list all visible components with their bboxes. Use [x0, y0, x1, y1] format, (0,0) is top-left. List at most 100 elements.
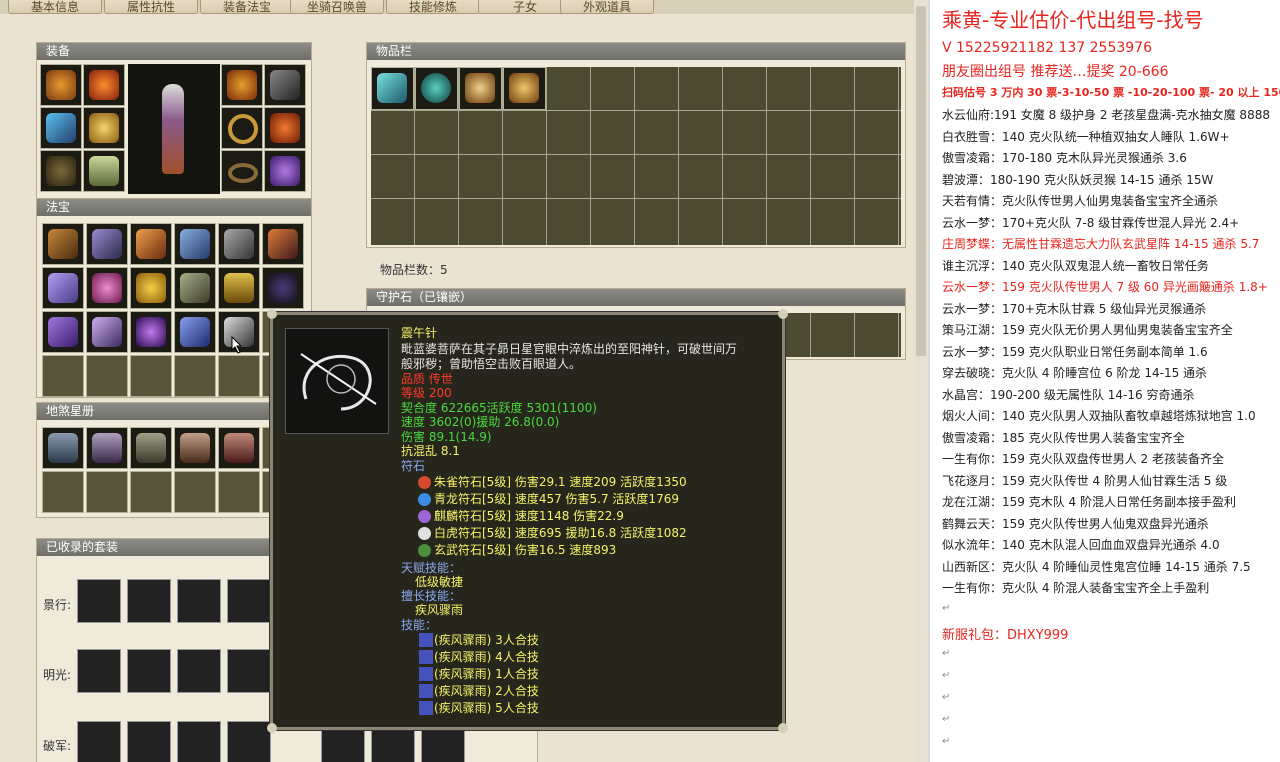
star-card-empty[interactable]: [86, 471, 128, 513]
magic-slot[interactable]: [174, 311, 216, 353]
doc-entry: 一生有你：159 克火队双盘传世男人 2 老孩装备齐全: [942, 452, 1224, 466]
magic-slot[interactable]: [42, 311, 84, 353]
return-mark: ↵: [942, 648, 951, 659]
tab-attributes[interactable]: 属性抗性: [104, 0, 198, 14]
star-card[interactable]: [86, 427, 128, 469]
inventory-item[interactable]: [503, 67, 546, 110]
doc-entry: 一生有你：克火队 4 阶混人装备宝宝齐全上手盈利: [942, 581, 1210, 595]
magic-slot[interactable]: [42, 267, 84, 309]
star-card-empty[interactable]: [42, 471, 84, 513]
doc-entry: 云水一梦：170+克火队 7-8 级甘霖传世混人异光 2.4+: [942, 215, 1240, 230]
game-window: 基本信息 属性抗性 装备法宝 坐骑召唤兽 技能修炼 子女 外观道具 装备 法宝: [0, 0, 928, 762]
rune-icon: [418, 493, 431, 506]
star-card-empty[interactable]: [218, 471, 260, 513]
suit-icon[interactable]: [227, 579, 271, 623]
equip-slot-weapon[interactable]: [40, 107, 82, 149]
magic-slot[interactable]: [262, 223, 304, 265]
magic-slot[interactable]: [218, 267, 260, 309]
doc-scan: 扫码估号 3 万内 30 票-3-10-50 票 -10-20-100 票- 2…: [942, 86, 1280, 99]
magic-slot-empty[interactable]: [218, 355, 260, 397]
magic-slot[interactable]: [86, 311, 128, 353]
magic-slot-empty[interactable]: [130, 355, 172, 397]
star-card-empty[interactable]: [130, 471, 172, 513]
equip-slot-boots[interactable]: [83, 150, 125, 192]
rune-line: 玄武符石[5级] 伤害16.5 速度893: [434, 543, 617, 557]
suit-icon[interactable]: [177, 579, 221, 623]
doc-entry: 策马江湖：159 克火队无价男人男仙男鬼装备宝宝齐全: [942, 323, 1233, 337]
doc-title: 乘黄-专业估价-代出组号-找号: [942, 8, 1204, 32]
tab-equipment[interactable]: 装备法宝: [200, 0, 294, 14]
doc-entry: 烟火人间：140 克火队男人双抽队畜牧卓越塔炼狱地宫 1.0: [942, 409, 1256, 423]
star-card[interactable]: [130, 427, 172, 469]
doc-friend: 朋友圈出组号 推荐送…提奖 20-666: [942, 64, 1169, 80]
suit-row-label: 明光:: [43, 668, 72, 682]
game-scrollbar[interactable]: [914, 0, 928, 762]
equip-slot-ring[interactable]: [221, 107, 263, 149]
return-mark: ↵: [942, 670, 951, 681]
skill-icon: [419, 650, 433, 664]
magic-slot[interactable]: [130, 311, 172, 353]
rune-icon: [418, 476, 431, 489]
suit-icon[interactable]: [77, 579, 121, 623]
suit-icon[interactable]: [77, 649, 121, 693]
equip-slot-belt[interactable]: [40, 150, 82, 192]
return-mark: ↵: [942, 736, 951, 747]
tab-skills[interactable]: 技能修炼: [386, 0, 480, 14]
magic-slot-empty[interactable]: [174, 355, 216, 397]
star-card[interactable]: [42, 427, 84, 469]
magic-slot[interactable]: [174, 223, 216, 265]
star-card-empty[interactable]: [174, 471, 216, 513]
doc-entry: 水云仙府:191 女魔 8 级护身 2 老孩星盘满-克水抽女魔 8888: [942, 108, 1270, 122]
equip-slot-hat[interactable]: [40, 64, 82, 106]
doc-entry: 谁主沉浮：140 克火队双鬼混人统一畜牧日常任务: [942, 258, 1209, 273]
rune-icon: [418, 510, 431, 523]
equip-slot-charm[interactable]: [264, 150, 306, 192]
magic-slot[interactable]: [86, 267, 128, 309]
equip-slot-ornament1[interactable]: [221, 64, 263, 106]
equip-slot-earring[interactable]: [264, 107, 306, 149]
suit-icon[interactable]: [177, 721, 221, 762]
suit-icon[interactable]: [127, 721, 171, 762]
tab-mounts[interactable]: 坐骑召唤兽: [290, 0, 384, 14]
magic-slot[interactable]: [218, 223, 260, 265]
suit-icon[interactable]: [77, 721, 121, 762]
suit-icon[interactable]: [127, 579, 171, 623]
doc-entry: 水晶宫：190-200 级无属性队 14-16 穷奇通杀: [942, 387, 1195, 402]
magic-slot[interactable]: [86, 223, 128, 265]
equip-slot-ornament2[interactable]: [264, 64, 306, 106]
inventory-item[interactable]: [371, 67, 414, 110]
tab-bar: 基本信息 属性抗性 装备法宝 坐骑召唤兽 技能修炼 子女 外观道具: [0, 0, 928, 14]
tab-basic-info[interactable]: 基本信息: [8, 0, 102, 14]
doc-entry: 云水一梦：170+克木队甘霖 5 级仙异光灵猴通杀: [942, 301, 1207, 316]
magic-slot[interactable]: [130, 267, 172, 309]
suit-row-label: 景行:: [43, 598, 72, 612]
item-image: [285, 328, 389, 434]
inventory-item[interactable]: [459, 67, 502, 110]
return-mark: ↵: [942, 603, 951, 614]
suit-icon[interactable]: [227, 649, 271, 693]
magic-slot[interactable]: [262, 267, 304, 309]
equip-slot-necklace[interactable]: [83, 64, 125, 106]
equip-slot-bracelet[interactable]: [221, 150, 263, 192]
doc-entry: 庄周梦蝶：无属性甘霖遗忘大力队玄武星阵 14-15 通杀 5.7: [942, 237, 1260, 251]
skill-icon: [419, 684, 433, 698]
magic-slot-empty[interactable]: [86, 355, 128, 397]
item-resist: 抗混乱 8.1: [401, 444, 460, 458]
magic-slot-empty[interactable]: [42, 355, 84, 397]
suit-icon[interactable]: [127, 649, 171, 693]
scrollbar-thumb[interactable]: [916, 6, 926, 356]
magic-slot[interactable]: [42, 223, 84, 265]
magic-header: 法宝: [37, 199, 311, 216]
inventory-grid: [371, 67, 901, 245]
equip-slot-armor[interactable]: [83, 107, 125, 149]
suit-icon[interactable]: [227, 721, 271, 762]
star-card[interactable]: [218, 427, 260, 469]
inventory-item[interactable]: [415, 67, 458, 110]
magic-slot[interactable]: [130, 223, 172, 265]
doc-entry: 云水一梦：159 克火队传世男人 7 级 60 异光画簸通杀 1.8+: [942, 280, 1268, 294]
tab-appearance[interactable]: 外观道具: [560, 0, 654, 14]
suit-icon[interactable]: [177, 649, 221, 693]
star-card[interactable]: [174, 427, 216, 469]
magic-slot[interactable]: [174, 267, 216, 309]
tab-children[interactable]: 子女: [478, 0, 572, 14]
